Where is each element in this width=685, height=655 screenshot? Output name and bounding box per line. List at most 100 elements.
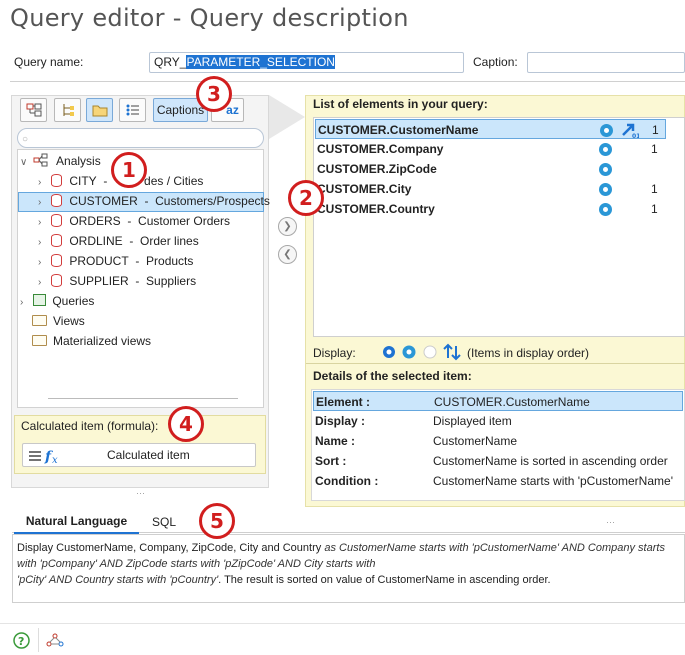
table-name: ORDERS xyxy=(69,214,121,228)
table-name: PRODUCT xyxy=(69,254,129,268)
element-row[interactable]: CUSTOMER.CustomerName 01 1 xyxy=(315,119,666,139)
detail-row[interactable]: Name : CustomerName xyxy=(313,431,683,451)
detail-row[interactable]: Sort : CustomerName is sorted in ascendi… xyxy=(313,451,683,471)
tree-item-orders[interactable]: › ORDERS - Customer Orders xyxy=(38,212,230,231)
tree-item-supplier[interactable]: › SUPPLIER - Suppliers xyxy=(38,272,196,291)
eye-icon[interactable] xyxy=(599,183,612,196)
detail-value: CustomerName is sorted in ascending orde… xyxy=(433,454,668,468)
tree-item-product[interactable]: › PRODUCT - Products xyxy=(38,252,193,271)
structure-icon xyxy=(26,103,41,117)
list-view-button[interactable] xyxy=(119,98,146,122)
caption-label: Caption: xyxy=(473,55,518,69)
eye-icon[interactable] xyxy=(600,124,613,137)
element-name: CUSTOMER.Country xyxy=(317,202,435,216)
detail-row[interactable]: Display : Displayed item xyxy=(313,411,683,431)
detail-key: Display : xyxy=(315,414,366,428)
query-name-selected-text: PARAMETER_SELECTION xyxy=(186,55,335,69)
svg-text:01: 01 xyxy=(632,133,639,138)
eye-icon[interactable] xyxy=(599,203,612,216)
sort-ascending-icon[interactable]: 01 xyxy=(621,122,639,138)
chevron-right-icon[interactable]: › xyxy=(38,173,48,192)
sort-arrows-icon[interactable] xyxy=(443,343,461,361)
queries-label: Queries xyxy=(52,294,95,308)
caption-input[interactable] xyxy=(527,52,685,73)
structure-view-button[interactable] xyxy=(20,98,47,122)
tree-scrollbar[interactable] xyxy=(48,398,238,399)
annotation-badge-5: 5 xyxy=(199,503,235,539)
footer-divider xyxy=(0,623,685,624)
svg-text:?: ? xyxy=(18,635,24,648)
detail-value: CUSTOMER.CustomerName xyxy=(434,395,590,409)
tree-item-queries[interactable]: › Queries xyxy=(20,292,94,311)
table-caption: Products xyxy=(146,254,194,268)
calculated-item-label: Calculated item xyxy=(107,448,190,462)
chevron-right-icon[interactable]: › xyxy=(20,293,30,312)
chevron-down-icon[interactable]: ∨ xyxy=(20,153,30,172)
window-title: Query editor - Query description xyxy=(10,4,409,32)
tree-item-ordline[interactable]: › ORDLINE - Order lines xyxy=(38,232,199,251)
query-name-input[interactable]: QRY_PARAMETER_SELECTION xyxy=(149,52,464,73)
remove-element-button[interactable]: ❮ xyxy=(278,245,297,264)
chevron-right-icon[interactable]: › xyxy=(38,193,48,212)
eye-icon[interactable] xyxy=(402,345,416,359)
display-label: Display: xyxy=(313,346,356,360)
annotation-badge-1: 1 xyxy=(111,152,147,188)
element-sort-order: 1 xyxy=(652,123,659,137)
element-row[interactable]: CUSTOMER.Company 1 xyxy=(315,139,666,159)
table-name: SUPPLIER xyxy=(69,274,129,288)
hierarchy-icon xyxy=(63,104,74,116)
panel-arrow xyxy=(269,95,305,139)
tree-item-materialized-views[interactable]: Materialized views xyxy=(32,332,151,351)
chevron-right-icon[interactable]: › xyxy=(38,213,48,232)
table-caption: Customer Orders xyxy=(138,214,231,228)
element-row[interactable]: CUSTOMER.Country 1 xyxy=(315,199,666,219)
annotation-badge-2: 2 xyxy=(288,180,324,216)
calculated-item-button[interactable]: fx Calculated item xyxy=(22,443,256,467)
element-row[interactable]: CUSTOMER.ZipCode xyxy=(315,159,666,179)
eye-icon[interactable] xyxy=(599,163,612,176)
nl-condition-2: 'pCity' AND Country starts with 'pCountr… xyxy=(17,574,219,586)
views-label: Views xyxy=(53,314,85,328)
tree-view-button[interactable] xyxy=(54,98,81,122)
query-structure-icon[interactable] xyxy=(46,633,64,648)
detail-value: Displayed item xyxy=(433,414,512,428)
detail-row[interactable]: Condition : CustomerName starts with 'pC… xyxy=(313,471,683,491)
calculated-item-title: Calculated item (formula): xyxy=(21,419,159,433)
chevron-right-icon[interactable]: › xyxy=(38,233,48,252)
table-caption: Order lines xyxy=(140,234,199,248)
eye-icon[interactable] xyxy=(599,143,612,156)
tab-natural-language[interactable]: Natural Language xyxy=(14,514,139,534)
tree-root[interactable]: ∨ Analysis xyxy=(20,152,101,171)
display-radio-icon[interactable] xyxy=(382,345,396,359)
table-name: CITY xyxy=(69,174,97,188)
tree-item-customer[interactable]: › CUSTOMER - Customers/Prospects xyxy=(38,192,270,211)
chevron-right-icon: ❯ xyxy=(283,221,292,232)
detail-row[interactable]: Element : CUSTOMER.CustomerName xyxy=(313,391,683,411)
tree-search-input[interactable]: ○ xyxy=(17,128,264,148)
element-row[interactable]: CUSTOMER.City 1 xyxy=(315,179,666,199)
table-icon xyxy=(51,274,63,287)
help-icon[interactable]: ? xyxy=(13,632,30,649)
detail-key: Condition : xyxy=(315,474,379,488)
folder-view-button[interactable] xyxy=(86,98,113,122)
query-name-prefix: QRY_ xyxy=(154,55,187,69)
tab-sql[interactable]: SQL xyxy=(152,515,176,529)
splitter-grip[interactable]: ··· xyxy=(606,517,615,527)
annotation-badge-4: 4 xyxy=(168,406,204,442)
analysis-icon xyxy=(33,153,48,167)
elements-title: List of elements in your query: xyxy=(313,97,488,111)
element-name: CUSTOMER.Company xyxy=(317,142,444,156)
table-icon xyxy=(51,234,63,247)
tree-item-views[interactable]: Views xyxy=(32,312,85,331)
annotation-badge-3: 3 xyxy=(196,76,232,112)
folder-icon xyxy=(32,335,47,346)
search-icon: ○ xyxy=(22,134,29,145)
add-element-button[interactable]: ❯ xyxy=(278,217,297,236)
nl-prefix: Display xyxy=(17,542,54,554)
table-caption: Customers/Prospects xyxy=(155,194,270,208)
nl-suffix: . The result is sorted on value of Custo… xyxy=(218,574,551,586)
chevron-right-icon[interactable]: › xyxy=(38,253,48,272)
splitter-grip[interactable]: ··· xyxy=(136,488,145,498)
radio-unselected-icon[interactable] xyxy=(423,345,437,359)
chevron-right-icon[interactable]: › xyxy=(38,273,48,292)
